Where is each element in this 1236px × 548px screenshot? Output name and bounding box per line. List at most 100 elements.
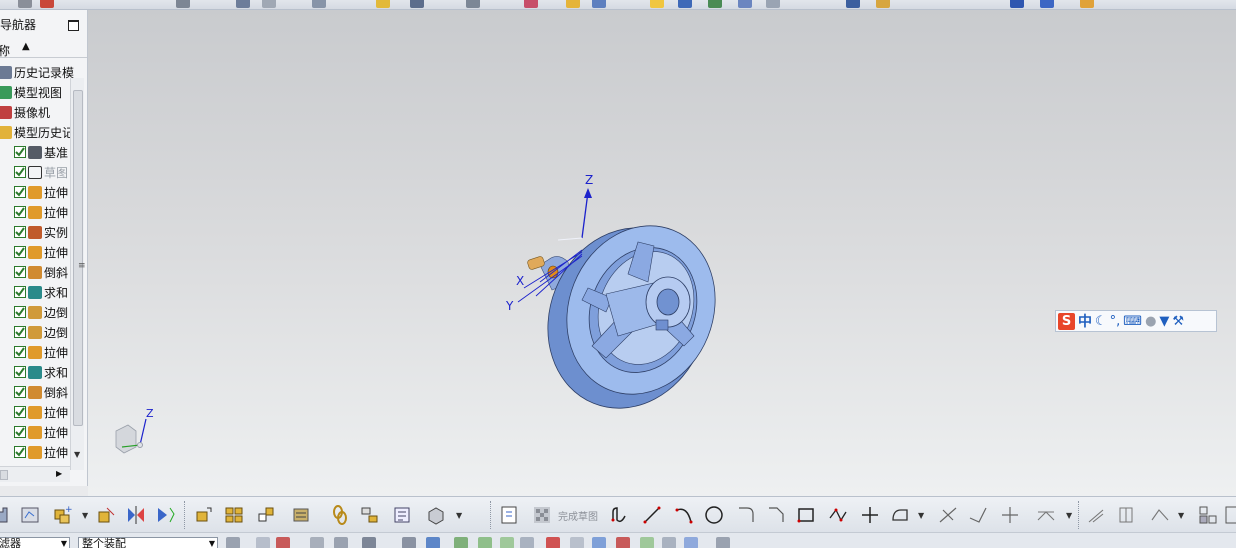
geometric-constraint-icon[interactable] <box>1084 503 1108 527</box>
constraint-icon[interactable] <box>154 503 178 527</box>
tree-node[interactable]: 边倒 <box>14 322 68 342</box>
sequence-icon[interactable] <box>390 503 414 527</box>
toolbar-icon[interactable] <box>410 0 424 8</box>
ime-language-toggle[interactable]: 中 <box>1078 311 1092 331</box>
scrollbar-thumb[interactable] <box>0 470 8 480</box>
visibility-checkbox[interactable] <box>14 386 26 398</box>
sort-ascending-icon[interactable]: ▲ <box>22 41 30 52</box>
visibility-checkbox[interactable] <box>14 286 26 298</box>
punctuation-icon[interactable]: °, <box>1110 315 1121 328</box>
component-array-icon[interactable] <box>222 503 246 527</box>
tree-node[interactable]: 拉伸 <box>14 182 68 202</box>
tree-node[interactable]: 倒斜 <box>14 262 68 282</box>
tree-node[interactable]: 拉伸 <box>14 422 68 442</box>
auto-constrain-icon[interactable] <box>1148 503 1172 527</box>
scrollbar-thumb[interactable]: ≡ <box>73 90 86 426</box>
chevron-down-icon[interactable]: ▼ <box>456 511 462 520</box>
visibility-checkbox[interactable] <box>14 206 26 218</box>
snap-icon[interactable] <box>520 537 534 548</box>
graphics-viewport[interactable]: Z X Y Z <box>88 10 1236 496</box>
toolbar-icon[interactable] <box>876 0 890 8</box>
visibility-checkbox[interactable] <box>14 366 26 378</box>
replace-component-icon[interactable] <box>254 503 278 527</box>
toolbar-icon[interactable] <box>18 0 32 8</box>
selection-icon[interactable] <box>310 537 324 548</box>
snap-icon[interactable] <box>592 537 606 548</box>
visibility-checkbox[interactable] <box>14 146 26 158</box>
chevron-down-icon[interactable]: ▼ <box>1178 511 1184 520</box>
tree-node[interactable]: 基准 <box>14 142 68 162</box>
tree-node[interactable]: 拉伸 <box>14 202 68 222</box>
trim-icon[interactable] <box>936 503 960 527</box>
toolbar-icon[interactable] <box>738 0 752 8</box>
chevron-down-icon[interactable]: ▼ <box>209 538 215 548</box>
wrench-icon[interactable]: ⚒ <box>1172 315 1184 328</box>
snap-icon[interactable] <box>478 537 492 548</box>
finish-sketch-flag-icon[interactable] <box>530 503 554 527</box>
fillet-icon[interactable] <box>734 503 758 527</box>
rectangle-icon[interactable] <box>794 503 818 527</box>
toolbar-icon[interactable] <box>678 0 692 8</box>
visibility-checkbox[interactable] <box>14 266 26 278</box>
line-icon[interactable] <box>640 503 664 527</box>
polygon-icon[interactable] <box>826 503 850 527</box>
visibility-checkbox[interactable] <box>14 446 26 458</box>
snap-icon[interactable] <box>570 537 584 548</box>
tree-node[interactable]: 历史记录模 <box>0 62 74 82</box>
toolbar-icon[interactable] <box>176 0 190 8</box>
snap-icon[interactable] <box>500 537 514 548</box>
navigator-column-header[interactable]: 称 ▲ <box>0 40 87 58</box>
visibility-checkbox[interactable] <box>14 246 26 258</box>
circle-icon[interactable] <box>702 503 726 527</box>
selection-icon[interactable] <box>256 537 270 548</box>
chamfer-sketch-icon[interactable] <box>764 503 788 527</box>
sketch-plane-icon[interactable] <box>18 503 42 527</box>
chevron-down-icon[interactable]: ▼ <box>918 511 924 520</box>
tree-node[interactable]: 求和 <box>14 282 68 302</box>
finish-sketch-button[interactable]: 完成草图 <box>558 508 598 523</box>
skin-icon[interactable]: ▼ <box>1159 315 1169 328</box>
visibility-checkbox[interactable] <box>14 346 26 358</box>
type-filter-dropdown[interactable]: 滤器 ▼ <box>0 537 70 548</box>
tree-node[interactable]: 摄像机 <box>0 102 50 122</box>
toolbar-icon[interactable] <box>262 0 276 8</box>
point-icon[interactable] <box>858 503 882 527</box>
visibility-checkbox[interactable] <box>14 326 26 338</box>
tree-node[interactable]: 边倒 <box>14 302 68 322</box>
snap-icon[interactable] <box>684 537 698 548</box>
snap-icon[interactable] <box>546 537 560 548</box>
toolbar-icon[interactable] <box>566 0 580 8</box>
wave-linker-icon[interactable] <box>290 503 314 527</box>
sketch-settings-icon[interactable] <box>1196 503 1220 527</box>
visibility-checkbox[interactable] <box>14 306 26 318</box>
snap-icon[interactable] <box>662 537 676 548</box>
toolbar-icon[interactable] <box>236 0 250 8</box>
dimension-icon[interactable] <box>1034 503 1058 527</box>
visibility-checkbox[interactable] <box>14 406 26 418</box>
snap-icon[interactable] <box>716 537 730 548</box>
snap-icon[interactable] <box>616 537 630 548</box>
show-constraints-icon[interactable] <box>1114 503 1138 527</box>
toolbar-icon[interactable] <box>524 0 538 8</box>
sketch-grid-icon[interactable] <box>1222 503 1236 527</box>
tree-node[interactable]: 拉伸 <box>14 342 68 362</box>
toolbar-icon[interactable] <box>766 0 780 8</box>
selection-icon[interactable] <box>402 537 416 548</box>
toolbar-icon[interactable] <box>1080 0 1094 8</box>
tree-node[interactable]: 求和 <box>14 362 68 382</box>
mate-component-icon[interactable] <box>94 503 118 527</box>
sketch-icon[interactable] <box>498 503 522 527</box>
view-triad[interactable]: Z <box>102 405 162 465</box>
tree-node[interactable]: 草图 <box>14 162 68 182</box>
visibility-checkbox[interactable] <box>14 186 26 198</box>
chain-link-icon[interactable] <box>328 503 352 527</box>
profile-icon[interactable] <box>608 503 632 527</box>
toolbar-icon[interactable] <box>846 0 860 8</box>
selection-icon[interactable] <box>334 537 348 548</box>
extend-icon[interactable] <box>966 503 990 527</box>
toolbar-icon[interactable] <box>592 0 606 8</box>
visibility-checkbox[interactable] <box>14 226 26 238</box>
selection-scope-dropdown[interactable]: 整个装配 ▼ <box>78 537 218 548</box>
snap-icon[interactable] <box>454 537 468 548</box>
selection-icon[interactable] <box>426 537 440 548</box>
